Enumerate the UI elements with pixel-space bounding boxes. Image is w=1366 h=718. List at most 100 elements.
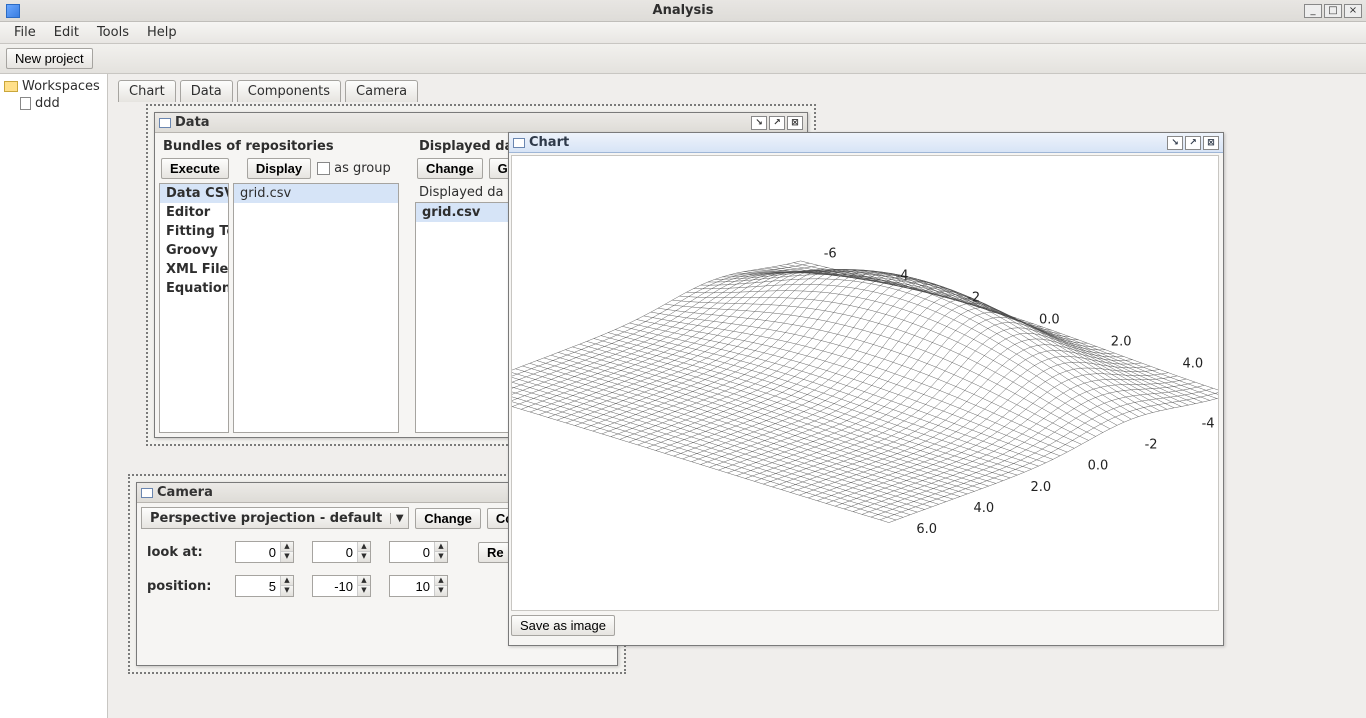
window-title: Analysis: [0, 3, 1366, 18]
svg-text:0.0: 0.0: [1088, 459, 1109, 474]
position-y-spinner[interactable]: ▲▼: [312, 575, 371, 597]
svg-text:4.0: 4.0: [974, 501, 995, 516]
file-icon: [20, 97, 31, 110]
display-button[interactable]: Display: [247, 158, 311, 179]
position-x-spinner[interactable]: ▲▼: [235, 575, 294, 597]
spin-down-icon[interactable]: ▼: [435, 552, 447, 562]
svg-text:-4: -4: [896, 268, 909, 283]
workspace-tree: Workspaces ddd: [0, 74, 108, 718]
menu-edit[interactable]: Edit: [46, 23, 87, 42]
window-close-button[interactable]: ×: [1344, 4, 1362, 18]
spin-down-icon[interactable]: ▼: [435, 586, 447, 596]
camera-window-title: Camera: [157, 485, 213, 500]
data-window-titlebar[interactable]: Data ↘ ↗ ⊠: [155, 113, 807, 133]
camera-change-button[interactable]: Change: [415, 508, 481, 529]
svg-text:6.0: 6.0: [916, 522, 937, 537]
repository-files-list[interactable]: grid.csv: [233, 183, 399, 433]
bundles-label: Bundles of repositories: [159, 137, 399, 156]
menubar: File Edit Tools Help: [0, 22, 1366, 44]
lookat-y-spinner[interactable]: ▲▼: [312, 541, 371, 563]
as-group-checkbox[interactable]: as group: [317, 161, 391, 176]
list-item[interactable]: Equation: [160, 279, 228, 298]
window-icon: [141, 488, 153, 498]
data-window-title: Data: [175, 115, 210, 130]
window-icon: [513, 138, 525, 148]
spin-up-icon[interactable]: ▲: [281, 542, 293, 552]
position-x-input[interactable]: [236, 576, 280, 596]
app-icon: [6, 4, 20, 18]
chart-window-min-icon[interactable]: ↘: [1167, 136, 1183, 150]
repository-type-list[interactable]: Data CSV Editor Fitting To Groovy XML Fi…: [159, 183, 229, 433]
data-window-min-icon[interactable]: ↘: [751, 116, 767, 130]
spin-up-icon[interactable]: ▲: [358, 576, 370, 586]
spin-up-icon[interactable]: ▲: [435, 576, 447, 586]
svg-text:-2: -2: [1145, 438, 1158, 453]
spin-up-icon[interactable]: ▲: [358, 542, 370, 552]
spin-down-icon[interactable]: ▼: [281, 552, 293, 562]
svg-text:2.0: 2.0: [1031, 480, 1052, 495]
tree-child-label: ddd: [35, 96, 60, 111]
spin-up-icon[interactable]: ▲: [435, 542, 447, 552]
spin-down-icon[interactable]: ▼: [358, 552, 370, 562]
spin-down-icon[interactable]: ▼: [281, 586, 293, 596]
spin-up-icon[interactable]: ▲: [281, 576, 293, 586]
window-titlebar: Analysis _ □ ×: [0, 0, 1366, 22]
chart-window-title: Chart: [529, 135, 569, 150]
tab-components[interactable]: Components: [237, 80, 341, 102]
svg-text:-2: -2: [967, 290, 980, 305]
content-area: Chart Data Components Camera Data ↘ ↗ ⊠: [108, 74, 1366, 718]
position-z-spinner[interactable]: ▲▼: [389, 575, 448, 597]
tab-camera[interactable]: Camera: [345, 80, 418, 102]
tree-root-label: Workspaces: [22, 79, 100, 94]
svg-text:-4: -4: [1202, 417, 1215, 432]
lookat-z-input[interactable]: [390, 542, 434, 562]
window-minimize-button[interactable]: _: [1304, 4, 1322, 18]
position-label: position:: [147, 579, 217, 594]
view-tabs: Chart Data Components Camera: [108, 74, 1366, 102]
svg-text:2.0: 2.0: [1111, 334, 1132, 349]
chart-window-max-icon[interactable]: ↗: [1185, 136, 1201, 150]
data-window-max-icon[interactable]: ↗: [769, 116, 785, 130]
data-window-close-icon[interactable]: ⊠: [787, 116, 803, 130]
tab-chart[interactable]: Chart: [118, 80, 176, 102]
list-item[interactable]: grid.csv: [234, 184, 398, 203]
lookat-y-input[interactable]: [313, 542, 357, 562]
svg-text:4.0: 4.0: [1183, 356, 1204, 371]
chart-window-titlebar[interactable]: Chart ↘ ↗ ⊠: [509, 133, 1223, 153]
projection-dropdown[interactable]: Perspective projection - default ▼: [141, 507, 409, 529]
look-at-label: look at:: [147, 545, 217, 560]
new-project-button[interactable]: New project: [6, 48, 93, 69]
position-z-input[interactable]: [390, 576, 434, 596]
list-item[interactable]: Data CSV: [160, 184, 228, 203]
svg-text:-6: -6: [824, 246, 837, 261]
lookat-z-spinner[interactable]: ▲▼: [389, 541, 448, 563]
list-item[interactable]: Editor: [160, 203, 228, 222]
menu-help[interactable]: Help: [139, 23, 185, 42]
list-item[interactable]: Groovy: [160, 241, 228, 260]
checkbox-icon: [317, 162, 330, 175]
lookat-x-spinner[interactable]: ▲▼: [235, 541, 294, 563]
folder-icon: [4, 81, 18, 92]
window-maximize-button[interactable]: □: [1324, 4, 1342, 18]
execute-button[interactable]: Execute: [161, 158, 229, 179]
list-item[interactable]: XML File: [160, 260, 228, 279]
position-y-input[interactable]: [313, 576, 357, 596]
spin-down-icon[interactable]: ▼: [358, 586, 370, 596]
chart-window: Chart ↘ ↗ ⊠ -6-4-20.02.04.06.06.04.02.00…: [508, 132, 1224, 646]
list-item[interactable]: Fitting To: [160, 222, 228, 241]
chevron-down-icon: ▼: [390, 513, 408, 524]
as-group-label: as group: [334, 161, 391, 176]
tree-root-workspaces[interactable]: Workspaces: [2, 78, 105, 95]
menu-file[interactable]: File: [6, 23, 44, 42]
chart-window-close-icon[interactable]: ⊠: [1203, 136, 1219, 150]
svg-text:0.0: 0.0: [1039, 312, 1060, 327]
tab-data[interactable]: Data: [180, 80, 233, 102]
surface-plot[interactable]: -6-4-20.02.04.06.06.04.02.00.0-2-4-6: [511, 155, 1219, 611]
tree-item-ddd[interactable]: ddd: [2, 95, 105, 112]
toolbar: New project: [0, 44, 1366, 74]
change-button[interactable]: Change: [417, 158, 483, 179]
lookat-x-input[interactable]: [236, 542, 280, 562]
menu-tools[interactable]: Tools: [89, 23, 137, 42]
window-icon: [159, 118, 171, 128]
save-as-image-button[interactable]: Save as image: [511, 615, 615, 636]
